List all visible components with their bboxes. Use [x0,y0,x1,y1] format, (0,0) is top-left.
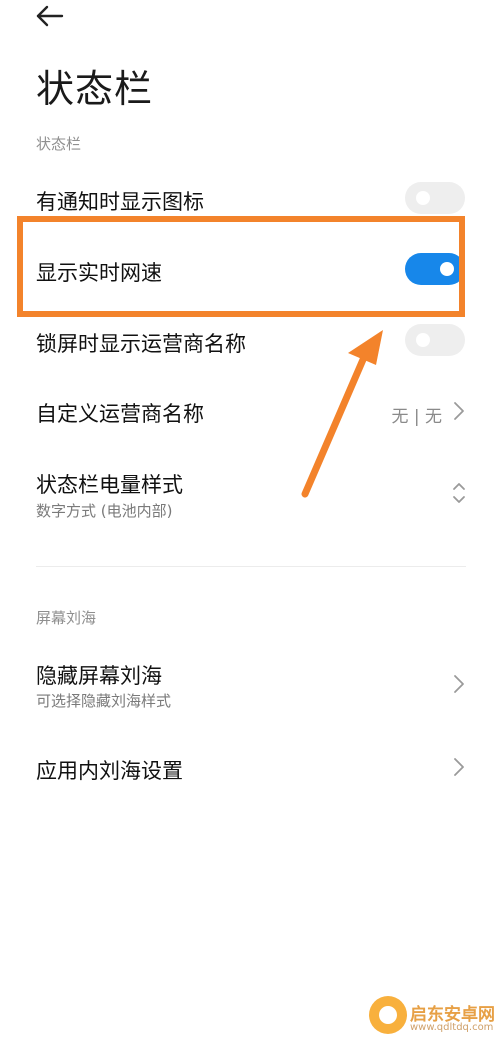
chevron-right-icon [454,758,464,776]
section-header-notch: 屏幕刘海 [36,609,97,627]
chevron-right-icon [454,675,464,693]
watermark-logo-icon [369,996,407,1034]
toggle-knob [416,333,430,347]
chevron-right-icon [454,402,464,420]
setting-subtitle: 数字方式 (电池内部) [36,502,173,520]
watermark-url: www.qdltdq.com [410,1022,494,1033]
toggle-knob [416,191,430,205]
setting-label: 锁屏时显示运营商名称 [36,332,246,356]
back-arrow-icon[interactable] [34,2,66,30]
setting-label: 隐藏屏幕刘海 [36,664,162,688]
section-divider [36,566,466,567]
annotation-arrow-icon [301,330,383,498]
page-title: 状态栏 [36,67,154,111]
setting-label: 应用内刘海设置 [36,759,183,783]
carrier-lock-toggle[interactable] [405,324,465,356]
notify-icon-toggle[interactable] [405,182,465,214]
up-down-chevron-icon [453,483,465,503]
carrier-value: 无 | 无 [391,407,442,427]
setting-subtitle: 可选择隐藏刘海样式 [36,692,172,710]
setting-label: 自定义运营商名称 [36,402,204,426]
setting-label: 有通知时显示图标 [36,190,204,214]
section-header-status-bar: 状态栏 [36,135,82,153]
highlight-box [17,216,465,317]
setting-label: 状态栏电量样式 [36,473,183,497]
